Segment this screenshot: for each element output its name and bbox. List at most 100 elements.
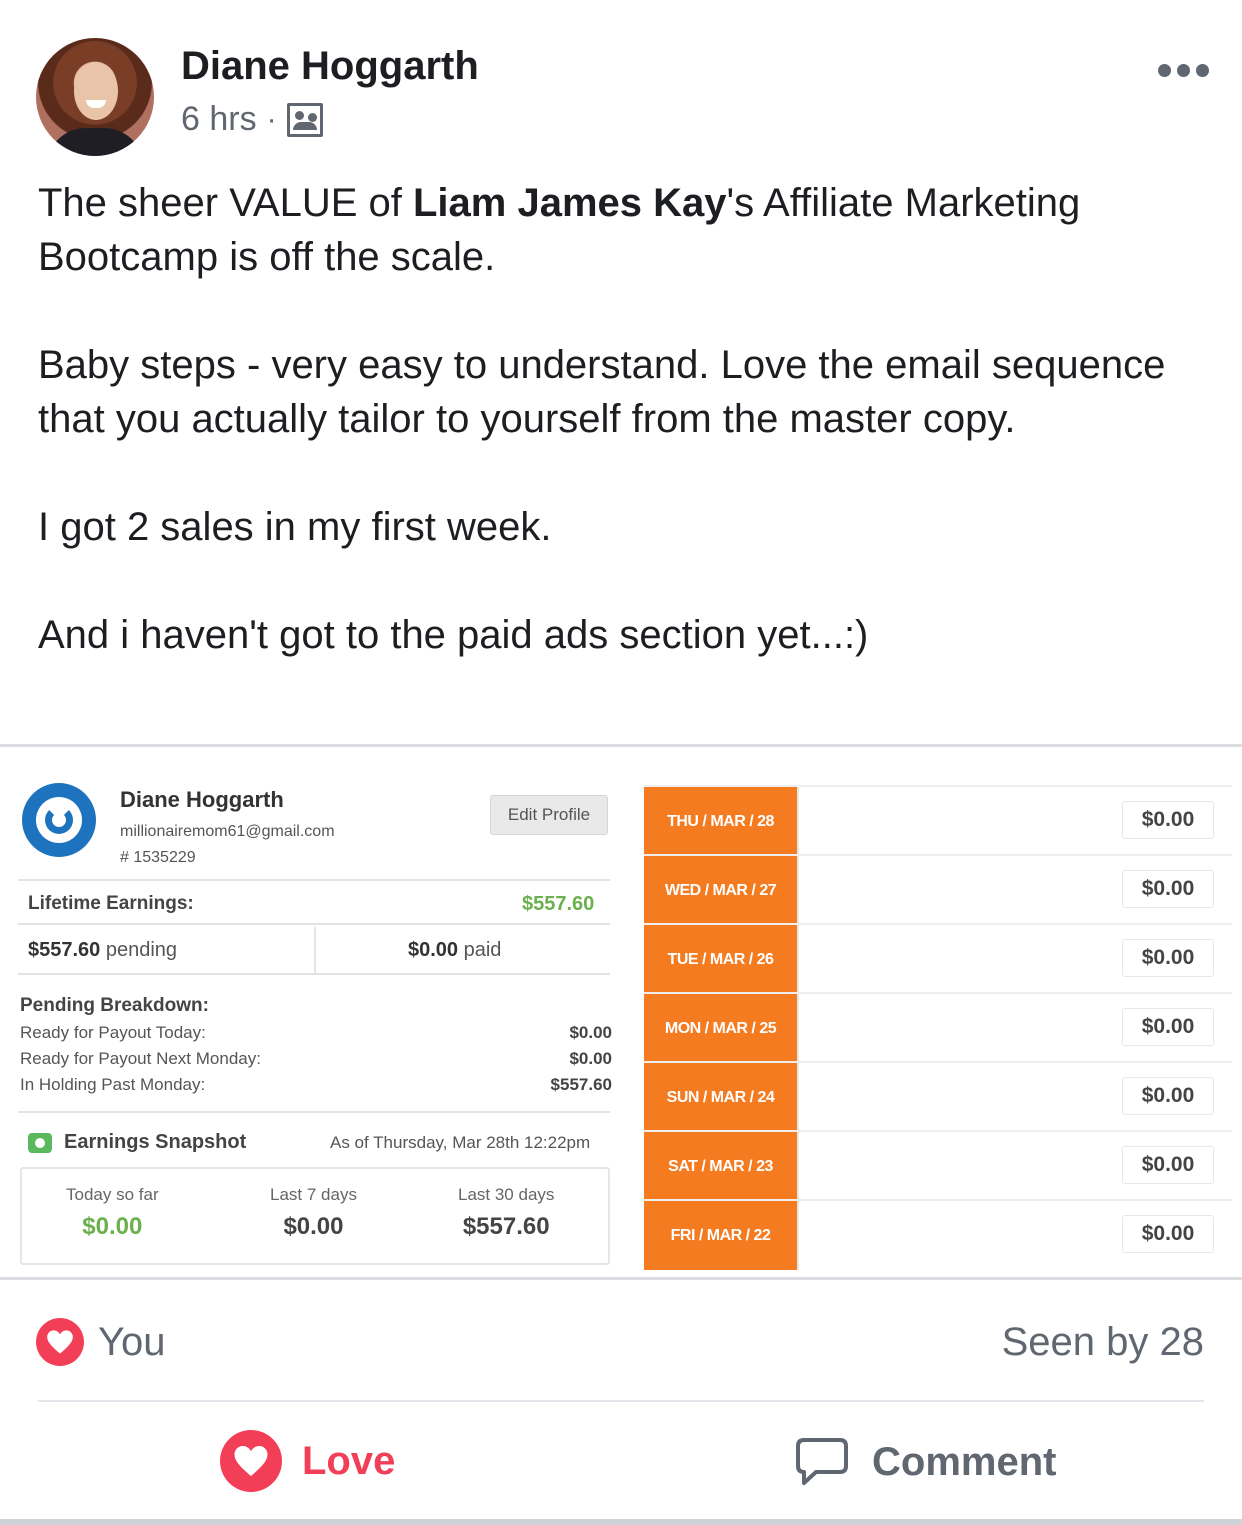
heart-glyph xyxy=(234,1446,268,1476)
divider xyxy=(797,1201,799,1270)
post-text-segment: The sheer VALUE of xyxy=(38,181,413,225)
day-amount: $0.00 xyxy=(1122,1008,1214,1046)
post-paragraph-3: I got 2 sales in my first week. xyxy=(38,505,552,549)
day-label: WED / MAR / 27 xyxy=(644,856,797,925)
day-amount: $0.00 xyxy=(1122,939,1214,977)
snapshot-label: Last 30 days xyxy=(458,1185,555,1204)
camera-icon xyxy=(28,1133,52,1153)
post-paragraph-4: And i haven't got to the paid ads sectio… xyxy=(38,613,869,657)
heart-icon[interactable] xyxy=(36,1318,84,1366)
snapshot-label: Last 7 days xyxy=(270,1185,357,1204)
breakdown-row: In Holding Past Monday: $557.60 xyxy=(20,1075,612,1095)
divider xyxy=(314,927,316,973)
dashboard-user-id: # 1535229 xyxy=(120,849,196,866)
daily-row: FRI / MAR / 22 $0.00 xyxy=(644,1199,1232,1270)
more-dot xyxy=(1196,64,1209,77)
post-time[interactable]: 6 hrs xyxy=(181,100,257,139)
post-meta: 6 hrs · xyxy=(181,100,323,139)
friends-icon[interactable] xyxy=(286,102,323,137)
tagged-name[interactable]: Liam James Kay xyxy=(413,181,727,225)
snapshot-today: Today so far $0.00 xyxy=(66,1185,159,1241)
more-dots-icon[interactable] xyxy=(1158,64,1209,77)
day-label: SAT / MAR / 23 xyxy=(644,1132,797,1201)
daily-row: THU / MAR / 28 $0.00 xyxy=(644,785,1232,856)
divider xyxy=(797,925,799,994)
divider xyxy=(38,1400,1204,1402)
breakdown-label: In Holding Past Monday: xyxy=(20,1075,206,1094)
dashboard-email: millionairemom61@gmail.com xyxy=(120,823,335,840)
divider xyxy=(797,1063,799,1132)
divider xyxy=(797,856,799,925)
breakdown-value: $557.60 xyxy=(550,1075,612,1094)
post-body: The sheer VALUE of Liam James Kay's Affi… xyxy=(38,176,1218,716)
paid-label: paid xyxy=(458,939,502,961)
divider xyxy=(797,1132,799,1201)
breakdown-value: $0.00 xyxy=(569,1049,612,1068)
breakdown-row: Ready for Payout Today: $0.00 xyxy=(20,1023,612,1043)
day-amount: $0.00 xyxy=(1122,801,1214,839)
daily-row: SUN / MAR / 24 $0.00 xyxy=(644,1061,1232,1132)
post-bottom-border xyxy=(0,1519,1242,1525)
reactors-summary[interactable]: You xyxy=(98,1320,166,1365)
pending-label: pending xyxy=(100,939,178,961)
post-paragraph-1: The sheer VALUE of Liam James Kay's Affi… xyxy=(38,176,1218,284)
snapshot-label: Today so far xyxy=(66,1185,159,1204)
pending-breakdown-title: Pending Breakdown: xyxy=(20,995,209,1016)
post-attached-image[interactable]: Diane Hoggarth millionairemom61@gmail.co… xyxy=(0,744,1242,1280)
lifetime-earnings-value: $557.60 xyxy=(522,893,595,915)
comment-button[interactable]: Comment xyxy=(794,1436,1056,1488)
paid-value: $0.00 xyxy=(408,939,459,961)
daily-row: SAT / MAR / 23 $0.00 xyxy=(644,1130,1232,1201)
day-label: MON / MAR / 25 xyxy=(644,994,797,1063)
day-label: FRI / MAR / 22 xyxy=(644,1201,797,1270)
snapshot-30-days: Last 30 days $557.60 xyxy=(458,1185,554,1241)
post-author-name[interactable]: Diane Hoggarth xyxy=(181,44,479,89)
daily-row: TUE / MAR / 26 $0.00 xyxy=(644,923,1232,994)
post-paragraph-2: Baby steps - very easy to understand. Lo… xyxy=(38,343,1166,441)
avatar-shirt xyxy=(46,128,144,156)
earnings-snapshot-box: Today so far $0.00 Last 7 days $0.00 Las… xyxy=(20,1167,610,1265)
divider xyxy=(797,994,799,1063)
pending-value: $557.60 xyxy=(28,939,101,961)
heart-icon xyxy=(220,1430,282,1492)
author-avatar[interactable] xyxy=(36,38,154,156)
edit-profile-button: Edit Profile xyxy=(490,795,608,835)
lifetime-earnings-label: Lifetime Earnings: xyxy=(28,893,194,914)
pending-summary: $557.60 pending xyxy=(28,939,177,962)
comment-label: Comment xyxy=(872,1439,1057,1484)
divider xyxy=(797,787,799,856)
breakdown-label: Ready for Payout Next Monday: xyxy=(20,1049,261,1068)
breakdown-label: Ready for Payout Today: xyxy=(20,1023,206,1042)
breakdown-row: Ready for Payout Next Monday: $0.00 xyxy=(20,1049,612,1069)
snapshot-value: $0.00 xyxy=(283,1213,344,1240)
snapshot-value: $557.60 xyxy=(462,1213,550,1240)
love-label: Love xyxy=(302,1438,396,1483)
avatar-face xyxy=(74,62,118,120)
paid-summary: $0.00 paid xyxy=(408,939,501,962)
love-button[interactable]: Love xyxy=(220,1430,395,1492)
breakdown-value: $0.00 xyxy=(569,1023,612,1042)
day-amount: $0.00 xyxy=(1122,1215,1214,1253)
daily-row: MON / MAR / 25 $0.00 xyxy=(644,992,1232,1063)
meta-separator: · xyxy=(266,102,277,136)
platform-logo-icon xyxy=(22,783,96,857)
snapshot-7-days: Last 7 days $0.00 xyxy=(270,1185,357,1241)
divider xyxy=(18,923,610,925)
earnings-snapshot-title: Earnings Snapshot xyxy=(64,1131,247,1153)
day-amount: $0.00 xyxy=(1122,1146,1214,1184)
divider xyxy=(18,973,610,975)
day-amount: $0.00 xyxy=(1122,870,1214,908)
divider xyxy=(18,1111,610,1113)
more-dot xyxy=(1158,64,1171,77)
heart-glyph xyxy=(47,1330,73,1354)
day-label: THU / MAR / 28 xyxy=(644,787,797,856)
day-amount: $0.00 xyxy=(1122,1077,1214,1115)
daily-row: WED / MAR / 27 $0.00 xyxy=(644,854,1232,925)
comment-icon xyxy=(796,1438,848,1485)
day-label: SUN / MAR / 24 xyxy=(644,1063,797,1132)
daily-earnings-table: THU / MAR / 28 $0.00 WED / MAR / 27 $0.00 … xyxy=(644,785,1236,1270)
seen-by-count[interactable]: Seen by 28 xyxy=(1002,1320,1204,1365)
more-dot xyxy=(1177,64,1190,77)
divider xyxy=(18,879,610,881)
dashboard-user-name: Diane Hoggarth xyxy=(120,787,284,812)
